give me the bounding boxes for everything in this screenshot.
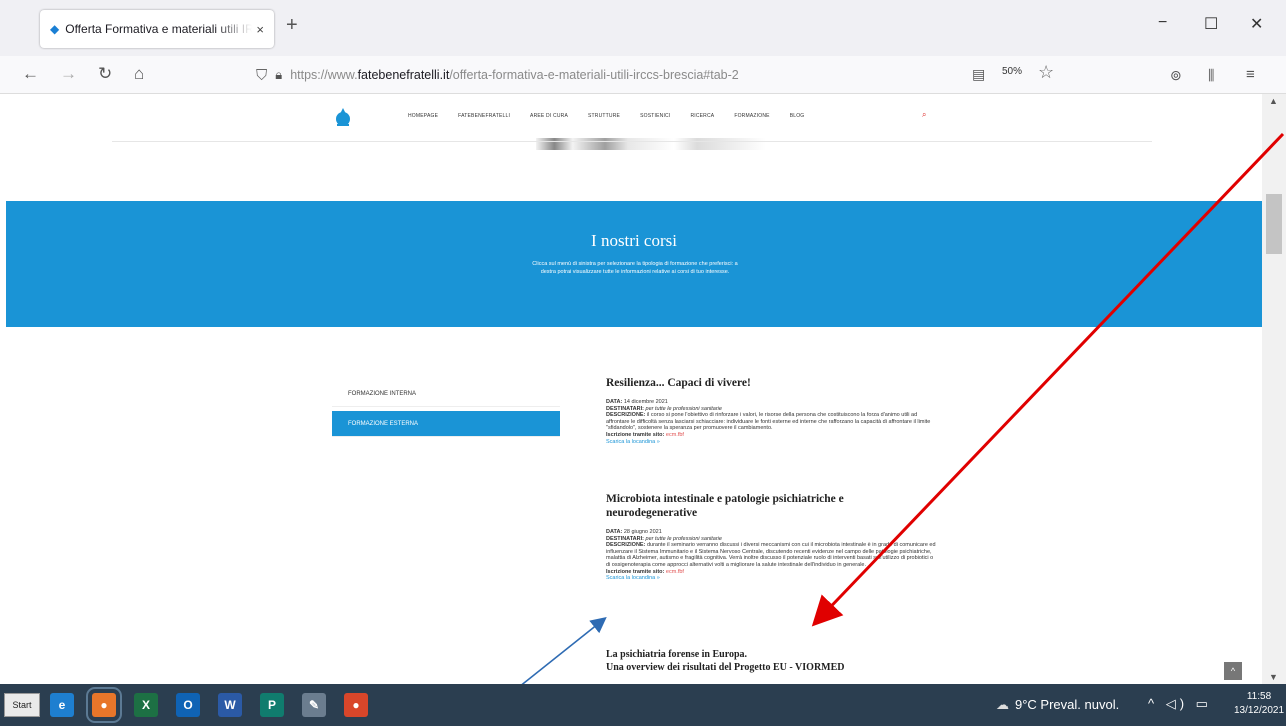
site-logo-icon[interactable] bbox=[332, 106, 354, 128]
description-label: DESCRIZIONE: bbox=[606, 412, 646, 419]
course-description: il corso si pone l'obiettivo di rinforza… bbox=[606, 412, 931, 432]
header-image bbox=[536, 138, 766, 150]
tab-title: Offerta Formativa e materiali utili IRCC… bbox=[65, 22, 253, 36]
weather-text: 9°C Preval. nuvol. bbox=[1015, 697, 1120, 712]
download-flyer-link[interactable]: Scarica la locandina » bbox=[606, 575, 936, 582]
date-label: DATA: bbox=[606, 399, 623, 405]
course-card: Resilienza... Capaci di vivere! DATA: 14… bbox=[606, 376, 936, 446]
menu-item[interactable]: Ricerca bbox=[690, 113, 714, 119]
courses-banner: I nostri corsi Clicca sul menù di sinist… bbox=[6, 201, 1262, 327]
course-card: Microbiota intestinale e patologie psich… bbox=[606, 492, 936, 582]
taskbar-publisher-icon[interactable]: P bbox=[260, 693, 284, 717]
tracking-shield-icon[interactable]: ⛉ bbox=[256, 67, 267, 84]
browser-navbar: ← → ↻ ⌂ ⛉ 🔒︎ https://www. fatebenefratell… bbox=[0, 56, 1286, 94]
scroll-up-icon[interactable]: ▲ bbox=[1269, 96, 1278, 106]
new-tab-button[interactable]: + bbox=[286, 14, 298, 37]
bookmark-star-icon[interactable]: ☆ bbox=[1038, 62, 1054, 83]
weather-widget[interactable]: ☁ 9°C Preval. nuvol. bbox=[996, 697, 1119, 713]
signup-link[interactable]: ecm.fbf bbox=[666, 432, 684, 438]
taskbar-word-icon[interactable]: W bbox=[218, 693, 242, 717]
padlock-icon[interactable]: 🔒︎ bbox=[275, 67, 282, 83]
download-flyer-link[interactable]: Scarica la locandina » bbox=[606, 439, 936, 446]
reload-icon[interactable]: ↻ bbox=[98, 64, 112, 84]
url-domain: fatebenefratelli.it bbox=[357, 68, 450, 82]
browser-tab[interactable]: ◆ Offerta Formativa e materiali utili IR… bbox=[40, 10, 274, 48]
url-bar[interactable]: ⛉ 🔒︎ https://www. fatebenefratelli.it/off… bbox=[248, 60, 996, 90]
menu-item[interactable]: Homepage bbox=[408, 113, 438, 119]
sidebar-item-formazione-interna[interactable]: Formazione interna bbox=[332, 381, 560, 407]
sidebar-item-formazione-esterna[interactable]: Formazione esterna bbox=[332, 411, 560, 437]
scrollbar-thumb[interactable] bbox=[1266, 194, 1282, 254]
cloud-icon: ☁ bbox=[996, 697, 1009, 712]
start-button[interactable]: Start bbox=[4, 693, 40, 717]
course-recipients: per tutte le professioni sanitarie bbox=[645, 535, 722, 542]
signup-label: Iscrizione tramite sito: bbox=[606, 568, 665, 575]
course-title: Resilienza... Capaci di vivere! bbox=[606, 377, 751, 389]
url-prefix: https://www. bbox=[290, 68, 358, 82]
menu-item[interactable]: Formazione bbox=[734, 113, 769, 119]
page-scrollbar[interactable]: ▲ ▼ bbox=[1262, 94, 1286, 684]
back-icon[interactable]: ← bbox=[22, 64, 39, 84]
signup-link[interactable]: ecm.fbf bbox=[666, 569, 684, 575]
minimize-icon[interactable]: − bbox=[1158, 14, 1167, 32]
course-card: La psichiatria forense in Europa. Una ov… bbox=[606, 648, 936, 674]
banner-title: I nostri corsi bbox=[591, 231, 677, 250]
site-menu: Homepage Fatebenefratelli Aree di cura S… bbox=[408, 113, 824, 119]
course-description: durante il seminario verranno discussi i… bbox=[606, 542, 936, 568]
site-favicon-icon: ◆ bbox=[50, 22, 60, 36]
course-title: Microbiota intestinale e patologie psich… bbox=[606, 493, 844, 519]
clock-date: 13/12/2021 bbox=[1233, 705, 1285, 716]
taskbar-firefox-icon[interactable]: ● bbox=[86, 687, 122, 723]
zoom-level[interactable]: 50% bbox=[1002, 66, 1022, 77]
date-label: DATA: bbox=[606, 529, 623, 535]
close-window-icon[interactable]: ✕ bbox=[1250, 14, 1263, 34]
course-type-sidebar: Formazione interna Formazione esterna bbox=[332, 381, 560, 437]
reader-view-icon[interactable]: ▤ bbox=[972, 66, 985, 83]
course-recipients: per tutte le professioni sanitarie bbox=[645, 405, 722, 412]
taskbar-excel-icon[interactable]: X bbox=[134, 693, 158, 717]
taskbar-internet-explorer-icon[interactable]: e bbox=[50, 693, 74, 717]
recipients-label: DESTINATARI: bbox=[606, 405, 644, 412]
menu-item[interactable]: Sostienici bbox=[640, 113, 670, 119]
app-menu-icon[interactable]: ≡ bbox=[1246, 66, 1255, 83]
forward-icon[interactable]: → bbox=[60, 64, 77, 84]
recipients-label: DESTINATARI: bbox=[606, 535, 644, 542]
library-icon[interactable]: ⫼ bbox=[1208, 67, 1214, 84]
close-tab-icon[interactable]: × bbox=[256, 22, 264, 37]
header-divider bbox=[112, 141, 1152, 142]
browser-tabstrip: ◆ Offerta Formativa e materiali utili IR… bbox=[0, 0, 1286, 56]
back-to-top-button[interactable]: ^ bbox=[1224, 662, 1242, 680]
taskbar-media-app-icon[interactable]: ● bbox=[344, 693, 368, 717]
course-date: 14 dicembre 2021 bbox=[623, 399, 668, 405]
taskbar-paint-icon[interactable]: ✎ bbox=[302, 693, 326, 717]
banner-text: Clicca sul menù di sinistra per selezion… bbox=[532, 261, 738, 275]
screen: ◆ Offerta Formativa e materiali utili IR… bbox=[0, 0, 1286, 726]
course-date: 28 giugno 2021 bbox=[623, 529, 662, 535]
menu-item[interactable]: Strutture bbox=[588, 113, 620, 119]
course-subtitle: Una overview dei risultati del Progetto … bbox=[606, 662, 845, 673]
scroll-down-icon[interactable]: ▼ bbox=[1269, 672, 1278, 682]
system-tray[interactable]: ^ ◁) ▭ bbox=[1148, 696, 1212, 712]
taskbar-clock[interactable]: 11:58 13/12/2021 bbox=[1232, 690, 1286, 718]
taskbar-outlook-icon[interactable]: O bbox=[176, 693, 200, 717]
clock-time: 11:58 bbox=[1246, 691, 1272, 702]
web-page: Homepage Fatebenefratelli Aree di cura S… bbox=[6, 94, 1262, 684]
course-title: La psichiatria forense in Europa. bbox=[606, 649, 748, 660]
pocket-icon[interactable]: ⊚ bbox=[1170, 67, 1182, 84]
site-search-icon[interactable]: ⌕ bbox=[922, 110, 926, 120]
windows-taskbar: Start e ● X O W P ✎ ● ☁ 9°C Preval. nuvol. ^ ◁) … bbox=[0, 684, 1286, 726]
description-label: DESCRIZIONE: bbox=[606, 542, 646, 549]
menu-item[interactable]: Fatebenefratelli bbox=[458, 113, 510, 119]
url-path: /offerta-formativa-e-materiali-utili-irc… bbox=[449, 68, 739, 82]
menu-item[interactable]: Blog bbox=[790, 113, 805, 119]
maximize-icon[interactable]: ☐ bbox=[1204, 14, 1218, 34]
home-icon[interactable]: ⌂ bbox=[134, 64, 144, 84]
signup-label: Iscrizione tramite sito: bbox=[606, 431, 665, 438]
menu-item[interactable]: Aree di cura bbox=[530, 113, 568, 119]
